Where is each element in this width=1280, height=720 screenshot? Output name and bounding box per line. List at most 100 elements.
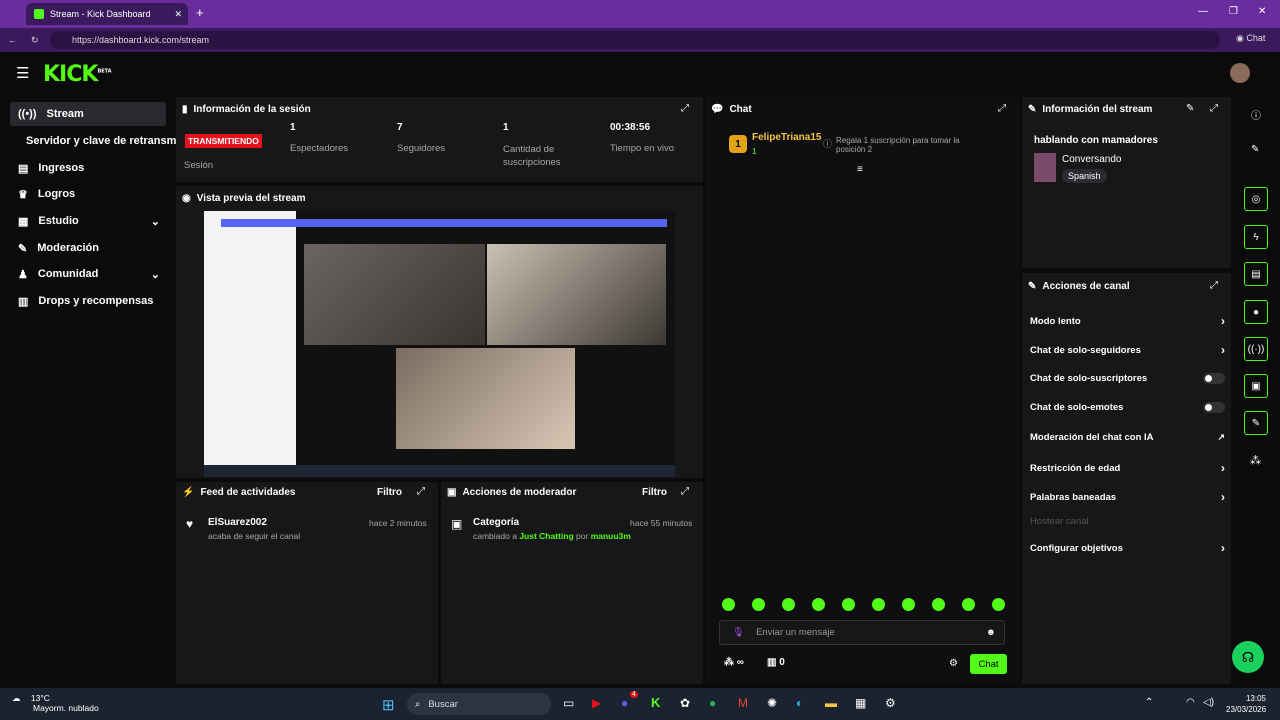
expand-icon[interactable]: ⤢ [998,103,1006,114]
mod-action-label: Categoría [473,517,520,528]
trophy-icon: ♛ [18,188,28,201]
stream-title: hablando con mamadores [1034,135,1158,146]
url-input[interactable]: https://dashboard.kick.com/stream [50,31,1220,49]
emote-icon[interactable] [722,598,735,611]
rail-layout-button[interactable]: ▣ [1244,374,1268,398]
moderator-link[interactable]: manuu3m [591,531,631,541]
emote-icon[interactable] [962,598,975,611]
youtube-icon[interactable]: ▶ [592,696,601,710]
activity-filter-button[interactable]: Filtro [377,487,402,498]
emote-icon[interactable] [932,598,945,611]
expand-icon[interactable]: ⤢ [681,103,689,114]
sidebar-item-server-key[interactable]: Servidor y clave de retransmisión [18,129,176,153]
new-tab-icon[interactable]: + [196,5,204,20]
folder-icon[interactable]: ▬ [825,696,837,710]
sidebar-item-drops[interactable]: ▥ Drops y recompensas [10,289,166,313]
sidebar-item-community[interactable]: ♟ Comunidad ⌄ [10,262,166,286]
rail-bolt-button[interactable]: ϟ [1244,225,1268,249]
pinned-user[interactable]: FelipeTriana15 [752,132,821,143]
reload-icon[interactable]: ↻ [31,35,39,46]
expand-icon[interactable]: ⤢ [1210,280,1218,291]
support-button[interactable]: ☊ [1232,641,1264,673]
weather-widget[interactable]: ☁ 13°C Mayorm. nublado [12,693,99,713]
edge-icon[interactable]: ◐ [796,696,803,710]
action-goals[interactable]: Configurar objetivos › [1030,541,1225,555]
network-icon[interactable]: ◠ [1186,697,1195,708]
file-icon[interactable]: ▭ [563,696,574,710]
store-icon[interactable]: ▦ [855,696,866,710]
microphone-icon[interactable]: 🎙 [732,627,744,638]
close-tab-icon[interactable]: ✕ [174,9,182,20]
spotify-icon[interactable]: ● [709,696,716,710]
gift-counter[interactable]: ▥ 0 [767,657,785,668]
kick-logo[interactable]: KICKBETA [43,62,112,87]
subs-only-toggle[interactable] [1203,373,1225,384]
discord-icon[interactable]: ● [621,696,628,710]
sidebar-item-stream[interactable]: ((•)) Stream [10,102,166,126]
stream-category[interactable]: Conversando [1062,154,1121,165]
settings-icon[interactable]: ⚙ [885,696,896,710]
bolt-icon: ϟ [1253,231,1259,243]
emote-icon[interactable] [812,598,825,611]
emote-icon[interactable] [902,598,915,611]
chatgpt-icon[interactable]: ✺ [767,696,777,710]
menu-icon[interactable]: ☰ [16,64,29,82]
close-window-icon[interactable]: ✕ [1258,6,1266,17]
app-icon[interactable]: ✿ [680,696,690,710]
gmail-icon[interactable]: M [738,696,748,710]
rail-wrench-button[interactable]: ✎ [1244,411,1268,435]
action-age-restriction[interactable]: Restricción de edad › [1030,461,1225,475]
emote-icon[interactable] [782,598,795,611]
kick-app-icon[interactable]: K [651,695,660,710]
action-ai-moderation[interactable]: Moderación del chat con IA ↗ [1030,432,1225,443]
mod-filter-button[interactable]: Filtro [642,487,667,498]
tray-chevron-up-icon[interactable]: ⌃ [1145,697,1153,708]
clock-time: 13:05 [1245,694,1266,703]
back-icon[interactable]: ← [8,35,17,45]
activity-time: hace 2 minutos [369,518,427,528]
action-slow-mode[interactable]: Modo lento › [1030,314,1225,328]
rail-notes-button[interactable]: ▤ [1244,262,1268,286]
sidebar-item-moderation[interactable]: ✎ Moderación [10,236,166,260]
settings-icon[interactable]: ⚙ [949,658,958,669]
category-link[interactable]: Just Chatting [519,531,573,541]
chat-input[interactable]: 🎙 Enviar un mensaje ☻ [719,620,1005,645]
sidebar-item-achievements[interactable]: ♛ Logros [10,182,166,206]
community-icon: ♟ [18,268,28,281]
clock[interactable]: 13:05 23/03/2026 [1226,693,1266,715]
action-followers-only[interactable]: Chat de solo-seguidores › [1030,343,1225,357]
expand-icon[interactable]: ⤢ [681,486,689,497]
rail-capture-button[interactable]: ◎ [1244,187,1268,211]
rail-chat-button[interactable]: ● [1244,300,1268,324]
volume-icon[interactable]: ◁) [1203,697,1214,708]
taskbar-search[interactable]: ⌕ Buscar [407,693,551,715]
expand-icon[interactable]: ⤢ [417,486,425,497]
pencil-icon[interactable]: ✎ [1251,144,1259,155]
rail-broadcast-button[interactable]: ((·)) [1244,337,1268,361]
emote-icon[interactable] [992,598,1005,611]
edit-icon[interactable]: ✎ [1186,103,1194,114]
action-banned-words[interactable]: Palabras baneadas › [1030,490,1225,504]
copilot-chat-button[interactable]: ◉ Chat [1236,33,1265,44]
points-display[interactable]: ⁂ ∞ [724,657,744,668]
community-icon[interactable]: ⁂ [1250,454,1261,467]
browser-tab[interactable]: Stream - Kick Dashboard ✕ [26,3,188,25]
maximize-icon[interactable]: ❐ [1229,6,1238,17]
emote-icon[interactable] [842,598,855,611]
collapse-icon[interactable]: ≡ [857,164,863,175]
emoji-icon[interactable]: ☻ [986,627,996,638]
emote-icon[interactable] [872,598,885,611]
send-chat-button[interactable]: Chat [970,654,1007,674]
avatar[interactable] [1230,63,1250,83]
windows-start-icon[interactable]: ⊞ [382,696,395,714]
emote-icon[interactable] [752,598,765,611]
info-icon[interactable]: ⓘ [1251,107,1261,122]
leaderboard-rank-badge: 1 [729,135,747,153]
expand-icon[interactable]: ⤢ [1210,103,1218,114]
minimize-icon[interactable]: — [1198,6,1208,17]
sidebar-item-studio[interactable]: ▦ Estudio ⌄ [10,209,166,233]
emotes-only-toggle[interactable] [1203,402,1225,413]
stream-preview-video[interactable] [204,211,675,477]
activity-user[interactable]: ElSuarez002 [208,517,267,528]
sidebar-item-revenue[interactable]: ▤ Ingresos [10,156,166,180]
